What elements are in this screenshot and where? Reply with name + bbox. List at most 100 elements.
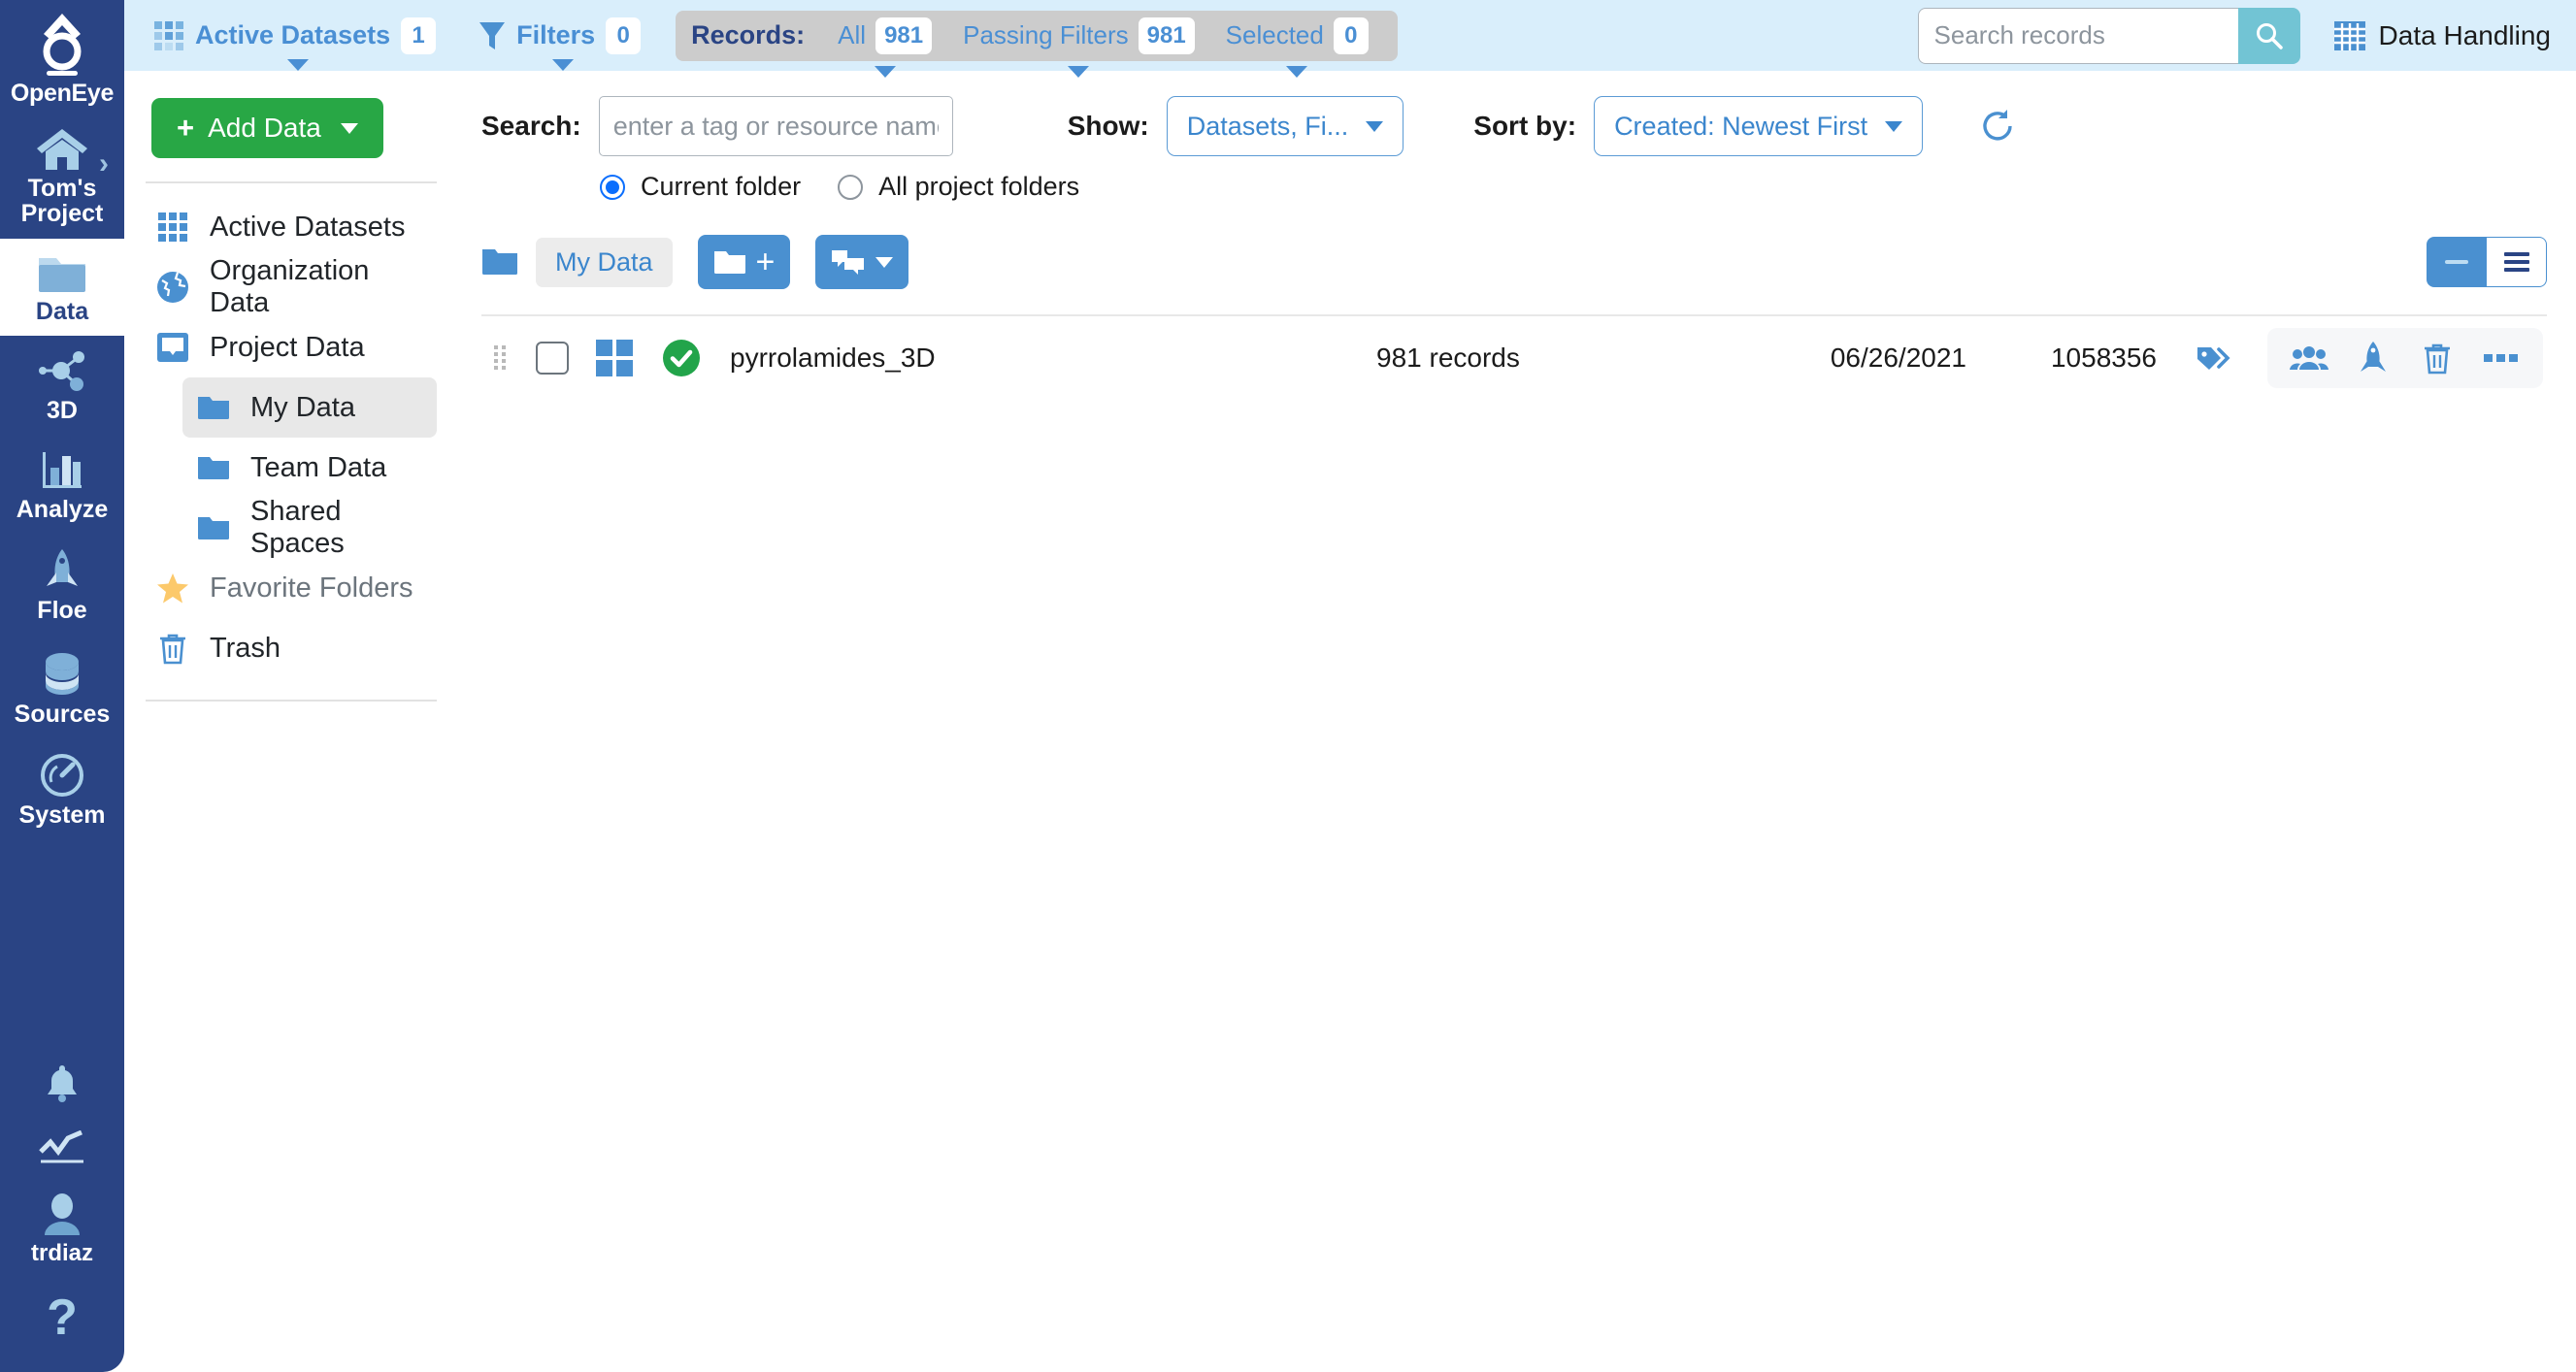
row-checkbox[interactable] [536, 342, 569, 375]
brand-logo[interactable]: OpenEye [11, 0, 114, 115]
nav-item-label: Favorite Folders [210, 572, 413, 604]
records-passing-count: 981 [1138, 16, 1195, 54]
rail-item-floe[interactable]: Floe [0, 534, 124, 635]
move-copy-button[interactable] [815, 235, 909, 289]
rail-item-sources[interactable]: Sources [0, 636, 124, 738]
radio-all-project-folders[interactable] [838, 174, 864, 200]
nav-item-active-datasets[interactable]: Active Datasets [142, 197, 437, 257]
folder-icon [196, 510, 231, 545]
drag-handle-icon[interactable] [485, 343, 514, 373]
share-users-icon[interactable] [2277, 328, 2341, 388]
tag-search-label: Search: [481, 111, 581, 141]
search-records-input[interactable] [1917, 7, 2238, 64]
monitor-icon [155, 330, 190, 365]
rail-item-label: Sources [14, 700, 111, 728]
filters-button[interactable]: Filters 0 [471, 15, 654, 71]
data-handling-label: Data Handling [2378, 19, 2551, 50]
floe-rocket-icon[interactable] [2341, 328, 2405, 388]
trash-icon[interactable] [2405, 328, 2469, 388]
breadcrumb-current[interactable]: My Data [536, 237, 673, 287]
nav-item-team-data[interactable]: Team Data [182, 438, 437, 498]
refresh-button[interactable] [1979, 108, 2016, 145]
rail-item-system[interactable]: System [0, 738, 124, 839]
nav-item-my-data[interactable]: My Data [182, 377, 437, 438]
chevron-down-icon[interactable] [1068, 65, 1090, 78]
chevron-down-icon[interactable] [874, 65, 896, 78]
body-wrapper: + Add Data Active Datasets Organization … [124, 71, 2576, 1372]
rail-item-label: System [18, 800, 106, 829]
search-records-button[interactable] [2237, 7, 2300, 64]
plus-icon: + [755, 244, 776, 280]
chevron-down-icon [340, 122, 358, 134]
view-toggle-compact[interactable] [2427, 237, 2487, 287]
tag-search-input[interactable] [598, 96, 953, 156]
active-datasets-button[interactable]: Active Datasets 1 [146, 15, 449, 71]
scope-radio-group: Current folder All project folders [600, 172, 2547, 202]
row-actions [2267, 328, 2543, 388]
chevron-down-icon[interactable] [286, 58, 309, 71]
app-root: OpenEye › Tom's Project Data 3D Analyze … [0, 0, 2576, 1372]
add-data-button[interactable]: + Add Data [151, 98, 383, 158]
nav-item-favorite-folders[interactable]: Favorite Folders [142, 558, 437, 618]
records-passing-filters[interactable]: Passing Filters 981 [949, 16, 1208, 78]
records-all[interactable]: All 981 [824, 16, 945, 78]
table-row[interactable]: pyrrolamides_3D 981 records 06/26/2021 1… [481, 316, 2547, 400]
rail-item-label: Analyze [16, 496, 109, 523]
chevron-down-icon[interactable] [551, 58, 574, 71]
chevron-down-icon[interactable] [1286, 65, 1308, 78]
activity-line-icon [37, 1129, 87, 1169]
show-dropdown[interactable]: Datasets, Fi... [1166, 96, 1404, 156]
nav-item-label: Team Data [250, 451, 387, 483]
trash-icon [155, 631, 190, 666]
rail-item-label: Data [35, 297, 89, 325]
help-button[interactable]: ? [0, 1277, 124, 1355]
star-icon [155, 571, 190, 605]
activity-button[interactable] [0, 1119, 124, 1181]
user-menu[interactable]: trdiaz [0, 1181, 124, 1277]
nav-item-shared-spaces[interactable]: Shared Spaces [182, 496, 437, 559]
dataset-id: 1058356 [2050, 343, 2157, 373]
rail-item-3d[interactable]: 3D [0, 336, 124, 435]
dataset-record-count: 981 records [1376, 343, 1520, 373]
filters-count: 0 [606, 16, 642, 54]
chevron-down-icon [1366, 120, 1384, 132]
refresh-icon [1979, 108, 2016, 145]
home-icon [35, 125, 89, 172]
view-toggle-list[interactable] [2487, 237, 2547, 287]
filter-toolbar: Search: Show: Datasets, Fi... Sort by: C… [481, 96, 2547, 156]
view-toggle [2427, 237, 2547, 287]
project-switcher[interactable]: › Tom's Project [0, 115, 124, 239]
table-grid-icon [2333, 20, 2366, 51]
dataset-name[interactable]: pyrrolamides_3D [730, 343, 936, 374]
nav-item-trash[interactable]: Trash [142, 618, 437, 678]
gauge-icon [39, 752, 85, 799]
more-ellipsis-icon[interactable] [2469, 328, 2533, 388]
nav-item-label: Shared Spaces [250, 496, 345, 559]
radio-all-project-folders-label: All project folders [878, 172, 1080, 201]
funnel-icon [479, 20, 506, 51]
data-handling-button[interactable]: Data Handling [2333, 20, 2551, 51]
brand-name: OpenEye [10, 80, 115, 107]
show-value: Datasets, Fi... [1186, 111, 1349, 141]
radio-current-folder[interactable] [600, 174, 625, 200]
folder-icon [196, 390, 231, 425]
folder-icon [37, 252, 87, 295]
bar-chart-icon [37, 448, 87, 493]
show-label: Show: [1067, 111, 1149, 141]
rail-item-analyze[interactable]: Analyze [0, 435, 124, 534]
nav-divider-bottom [146, 700, 437, 702]
notifications-button[interactable] [0, 1049, 124, 1119]
bell-icon [39, 1061, 85, 1107]
chevron-down-icon [1885, 120, 1903, 132]
records-selected[interactable]: Selected 0 [1212, 16, 1382, 78]
sort-dropdown[interactable]: Created: Newest First [1594, 96, 1924, 156]
rail-bottom-group: trdiaz ? [0, 1049, 124, 1372]
new-folder-button[interactable]: + [697, 235, 791, 289]
tags-icon[interactable] [2196, 343, 2234, 373]
rail-item-data[interactable]: Data [0, 238, 124, 336]
nav-item-label: Trash [210, 632, 281, 664]
nav-item-organization-data[interactable]: Organization Data [142, 255, 437, 318]
nav-item-project-data[interactable]: Project Data [142, 317, 437, 377]
nav-list: Active Datasets Organization Data Projec… [124, 183, 454, 678]
database-icon [40, 649, 84, 698]
